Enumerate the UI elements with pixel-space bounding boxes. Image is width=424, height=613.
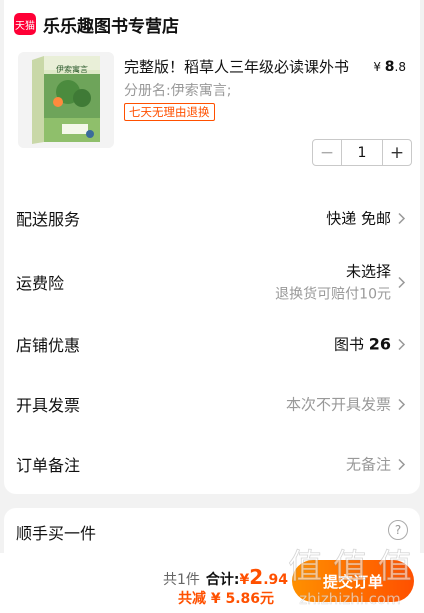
remark-value: 无备注 bbox=[345, 455, 391, 474]
insurance-note: 退换货可赔付10元 bbox=[275, 286, 391, 303]
total-integer: 2 bbox=[249, 565, 264, 589]
invoice-value: 本次不开具发票 bbox=[285, 395, 391, 414]
price-integer: 8 bbox=[384, 59, 395, 75]
tmall-badge: 天猫 bbox=[14, 13, 36, 35]
quantity-stepper[interactable]: − 1 + bbox=[312, 139, 412, 166]
add-on-title: 顺手买一件 bbox=[16, 524, 97, 543]
total-summary: 共1件 合计: ¥2.94 bbox=[163, 565, 288, 589]
total-price: ¥2.94 bbox=[240, 565, 288, 589]
discount-value: 图书 26 bbox=[334, 334, 391, 355]
insurance-value: 未选择 bbox=[345, 262, 391, 281]
delivery-value: 快递 免邮 bbox=[326, 209, 391, 228]
insurance-row[interactable]: 运费险 未选择 退换货可赔付10元 bbox=[4, 258, 420, 306]
total-decimal: .94 bbox=[263, 572, 288, 588]
return-policy-tag: 七天无理由退换 bbox=[124, 103, 215, 121]
remark-row[interactable]: 订单备注 无备注 bbox=[4, 444, 420, 484]
product-title[interactable]: 完整版！稻草人三年级必读课外书 bbox=[124, 56, 349, 77]
invoice-label: 开具发票 bbox=[16, 396, 81, 415]
price-symbol: ¥ bbox=[373, 60, 381, 74]
chevron-right-icon bbox=[398, 276, 406, 288]
book-cover-image: 伊索寓言 bbox=[18, 52, 114, 148]
product-sku[interactable]: 分册名:伊索寓言; bbox=[124, 80, 231, 100]
discount-label: 店铺优惠 bbox=[16, 336, 81, 355]
order-card: 天猫 乐乐趣图书专营店 伊索寓言 完整版！稻草人三年级必读课外书 ¥ 8.8 分… bbox=[4, 0, 420, 494]
insurance-label: 运费险 bbox=[16, 274, 65, 293]
remark-label: 订单备注 bbox=[16, 456, 81, 475]
cover-title: 伊索寓言 bbox=[56, 64, 88, 74]
chevron-right-icon bbox=[398, 338, 406, 350]
help-icon[interactable]: ? bbox=[388, 520, 408, 540]
chevron-right-icon bbox=[398, 212, 406, 224]
total-label: 合计: bbox=[205, 572, 240, 588]
checkout-bar: 共1件 合计: ¥2.94 共减 ¥ 5.86元 提交订单 bbox=[0, 553, 424, 613]
delivery-row[interactable]: 配送服务 快递 免邮 bbox=[4, 198, 420, 238]
shop-discount-row[interactable]: 店铺优惠 图书 26 bbox=[4, 324, 420, 364]
total-reduction: 共减 ¥ 5.86元 bbox=[177, 591, 274, 607]
price-decimal: .8 bbox=[394, 60, 406, 74]
delivery-label: 配送服务 bbox=[16, 210, 81, 229]
chevron-right-icon bbox=[398, 458, 406, 470]
shop-header[interactable]: 天猫 乐乐趣图书专营店 bbox=[14, 10, 179, 38]
product-price: ¥ 8.8 bbox=[373, 59, 406, 75]
decrease-button[interactable]: − bbox=[313, 140, 341, 165]
shop-name[interactable]: 乐乐趣图书专营店 bbox=[43, 12, 179, 37]
increase-button[interactable]: + bbox=[383, 140, 411, 165]
item-count: 共1件 bbox=[162, 572, 200, 588]
product-thumbnail[interactable]: 伊索寓言 bbox=[18, 52, 114, 148]
discount-prefix: 图书 bbox=[333, 335, 364, 354]
invoice-row[interactable]: 开具发票 本次不开具发票 bbox=[4, 384, 420, 424]
quantity-value[interactable]: 1 bbox=[341, 140, 383, 165]
chevron-right-icon bbox=[398, 398, 406, 410]
discount-amount: 26 bbox=[368, 334, 391, 354]
total-symbol: ¥ bbox=[239, 572, 250, 588]
submit-order-button[interactable]: 提交订单 bbox=[292, 560, 414, 602]
